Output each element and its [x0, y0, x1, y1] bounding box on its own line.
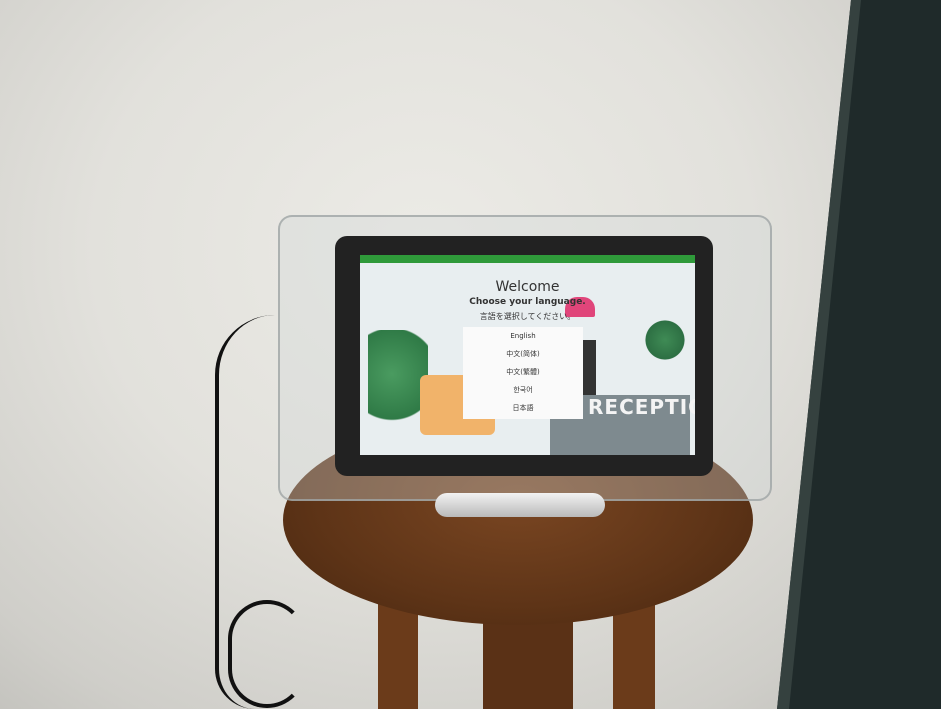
language-option-chinese-simplified[interactable]: 中文(简体) — [463, 345, 583, 363]
mount-bracket — [435, 493, 605, 517]
reception-sign: RECEPTION — [588, 395, 695, 419]
choose-language-en: Choose your language. — [469, 297, 586, 307]
plant-illustration — [368, 330, 428, 440]
language-option-english[interactable]: English — [463, 327, 583, 345]
language-list: English 中文(简体) 中文(繁體) 한국어 日本語 — [463, 327, 583, 419]
language-option-japanese[interactable]: 日本語 — [463, 399, 583, 417]
language-option-chinese-traditional[interactable]: 中文(繁體) — [463, 363, 583, 381]
welcome-title: Welcome — [495, 279, 560, 295]
tablet-screen: RECEPTION Welcome Choose your language. … — [360, 255, 695, 455]
stand-leg — [483, 615, 573, 709]
choose-language-ja: 言語を選択してください。 — [479, 312, 576, 321]
status-bar — [360, 255, 695, 263]
language-option-korean[interactable]: 한국어 — [463, 381, 583, 399]
plant-illustration — [645, 315, 685, 365]
photo-scene: RECEPTION Welcome Choose your language. … — [0, 0, 941, 709]
